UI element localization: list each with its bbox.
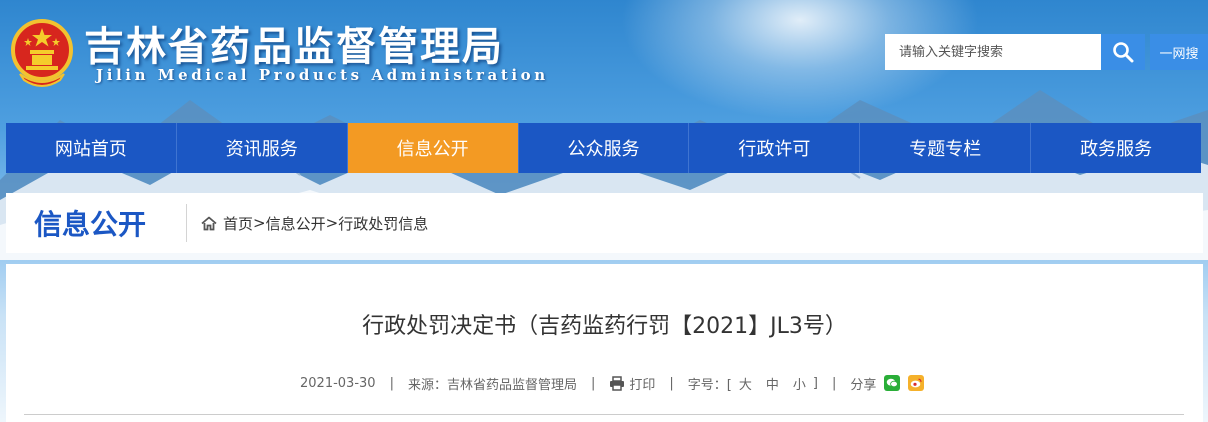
meta-separator: | (669, 375, 674, 391)
article-panel: 行政处罚决定书（吉药监药行罚【2021】JL3号） 2021-03-30 | 来… (6, 264, 1203, 422)
font-size-large[interactable]: 大 (739, 374, 752, 393)
site-subtitle: Jilin Medical Products Administration (96, 66, 549, 84)
site-header: 吉林省药品监督管理局 Jilin Medical Products Admini… (0, 0, 1208, 122)
printer-icon (610, 375, 625, 391)
article-title: 行政处罚决定书（吉药监药行罚【2021】JL3号） (362, 314, 847, 339)
breadcrumb-home[interactable]: 首页 (223, 213, 253, 234)
nav-item-info-disclosure[interactable]: 信息公开 (347, 123, 519, 173)
article-meta: 2021-03-30 | 来源： 吉林省药品监督管理局 | 打印 | 字号：[ … (300, 372, 925, 394)
breadcrumb: 首页 > 信息公开 > 行政处罚信息 (187, 213, 428, 234)
source-label: 来源： (407, 377, 447, 393)
search-button[interactable] (1101, 34, 1145, 70)
font-size-close: ] (812, 375, 818, 391)
breadcrumb-separator: > (325, 214, 339, 232)
site-title: 吉林省药品监督管理局 (84, 23, 504, 70)
meta-separator: | (590, 375, 596, 391)
section-title: 信息公开 (34, 208, 147, 241)
nav-item-special-topics[interactable]: 专题专栏 (860, 123, 1032, 173)
whole-web-search-button[interactable]: 一网搜 (1150, 34, 1208, 70)
content-divider (24, 414, 1184, 415)
breadcrumb-separator: > (253, 214, 266, 232)
font-size-label: 字号：[ (687, 377, 732, 393)
breadcrumb-info-disclosure[interactable]: 信息公开 (266, 213, 326, 234)
section-header: 信息公开 首页 > 信息公开 > 行政处罚信息 (6, 193, 1203, 253)
meta-separator: | (831, 375, 837, 391)
print-button[interactable]: 打印 (609, 374, 655, 393)
search-icon (1113, 42, 1134, 63)
wechat-icon[interactable] (884, 375, 901, 391)
font-size-medium[interactable]: 中 (766, 374, 779, 393)
publish-date: 2021-03-30 (300, 375, 376, 391)
nav-item-admin-license[interactable]: 行政许可 (689, 123, 861, 173)
nav-item-gov-service[interactable]: 政务服务 (1031, 123, 1201, 173)
nav-item-home[interactable]: 网站首页 (6, 123, 177, 173)
share-label: 分享 (850, 377, 877, 393)
meta-separator: | (389, 375, 394, 391)
nav-item-public-service[interactable]: 公众服务 (519, 123, 690, 173)
search-input[interactable] (885, 34, 1101, 70)
main-nav: 网站首页 资讯服务 信息公开 公众服务 行政许可 专题专栏 政务服务 (6, 123, 1201, 173)
breadcrumb-penalty-info[interactable]: 行政处罚信息 (338, 213, 428, 234)
weibo-icon[interactable] (908, 375, 925, 391)
print-label: 打印 (629, 377, 656, 393)
nav-item-news[interactable]: 资讯服务 (177, 123, 348, 173)
home-icon (201, 216, 217, 231)
font-size-small[interactable]: 小 (793, 374, 806, 393)
national-emblem-icon (11, 19, 73, 87)
source-value: 吉林省药品监督管理局 (446, 377, 577, 393)
